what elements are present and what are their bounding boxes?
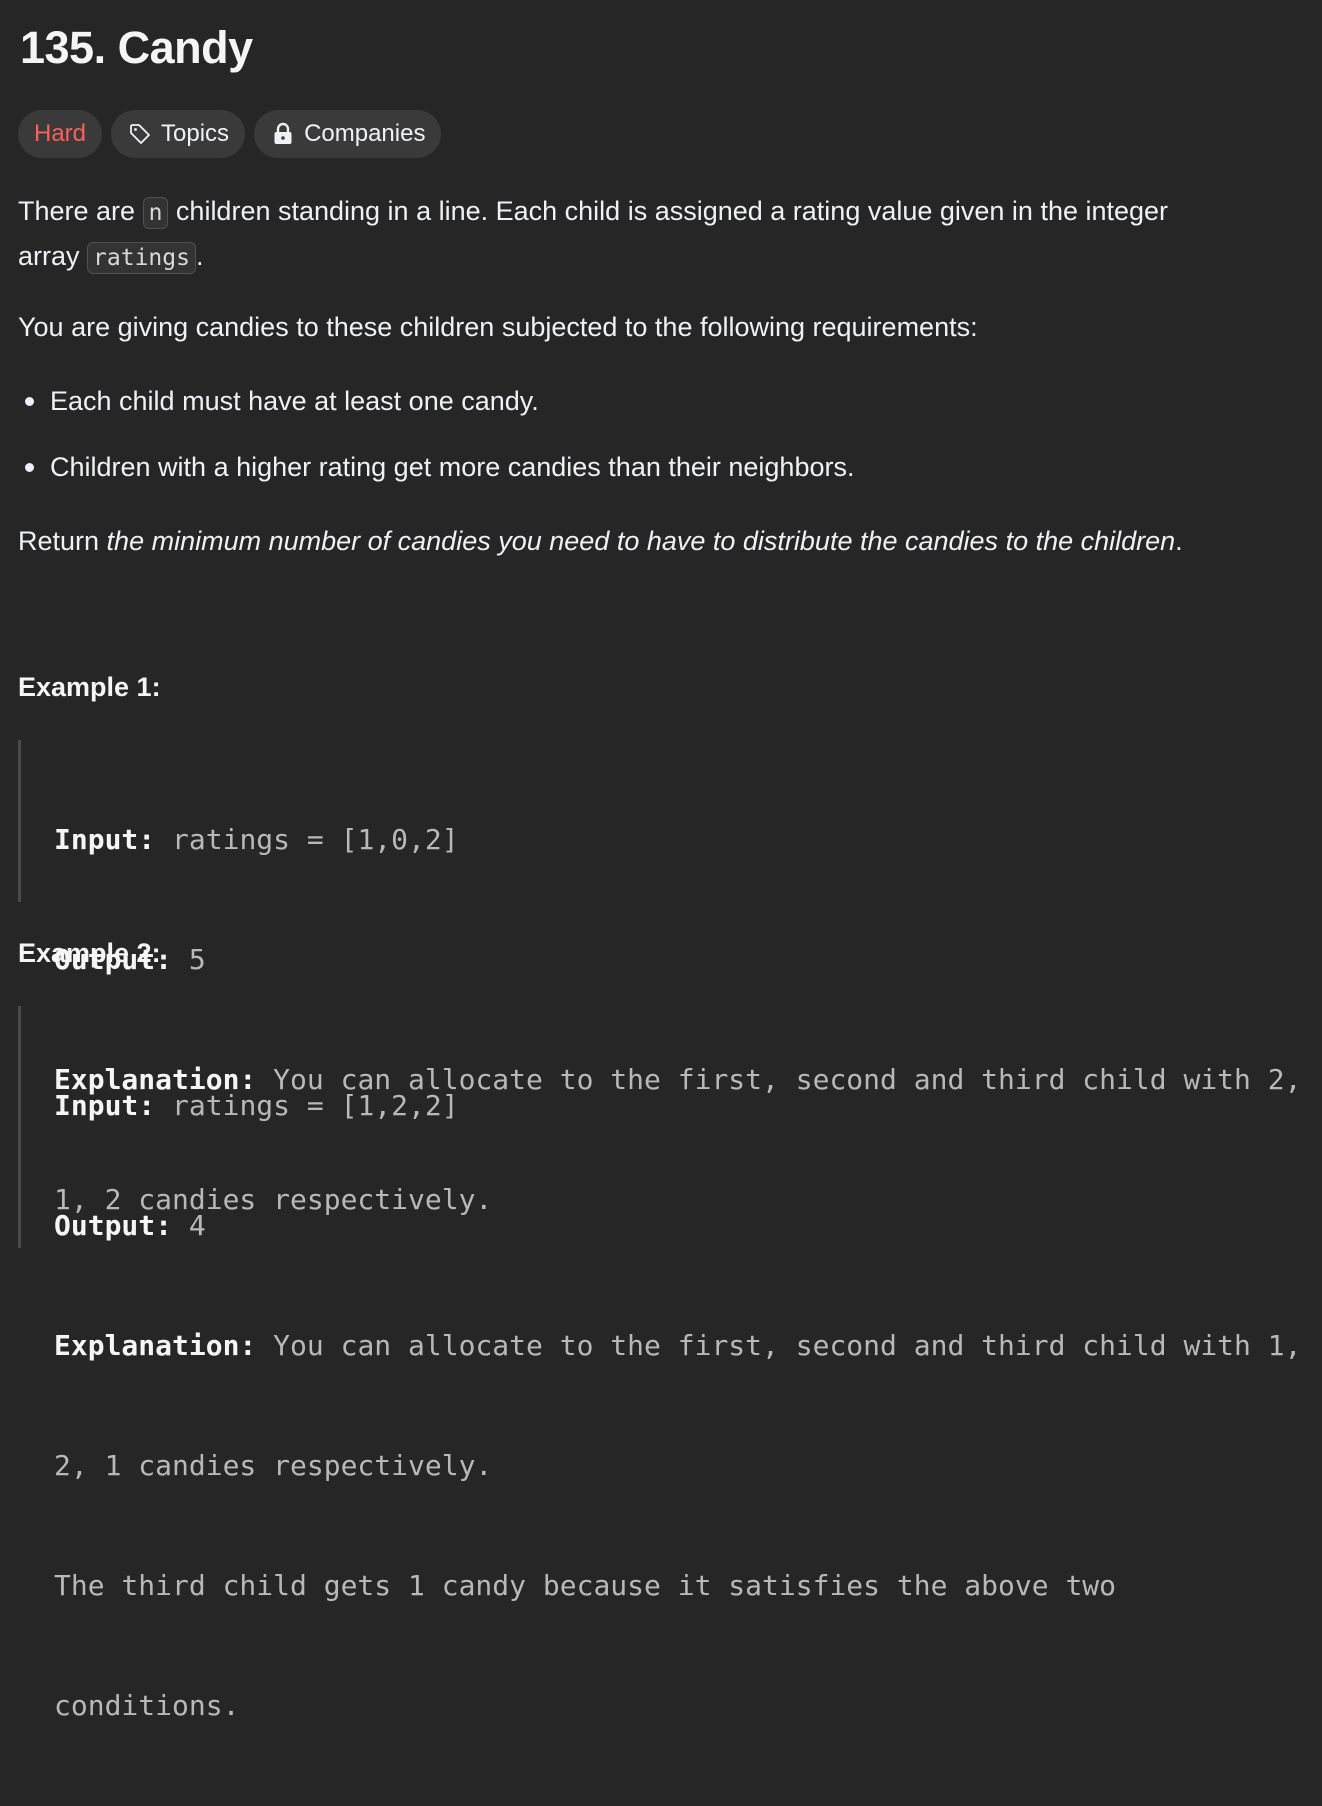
example-explanation-line: The third child gets 1 candy because it … <box>54 1569 1117 1602</box>
list-item: Each child must have at least one candy. <box>18 378 854 444</box>
list-item: Children with a higher rating get more c… <box>18 444 854 510</box>
difficulty-badge: Hard <box>18 110 103 158</box>
companies-label: Companies <box>304 120 426 147</box>
bullet-icon <box>25 397 34 406</box>
input-label: Input: <box>54 823 156 856</box>
topics-button[interactable]: Topics <box>111 110 246 158</box>
text-span: array <box>18 241 88 271</box>
text-span: children standing in a line. Each child … <box>168 196 1169 226</box>
example-explanation-line: 2, 1 candies respectively. <box>54 1449 493 1482</box>
output-value: 4 <box>172 1209 206 1242</box>
companies-button[interactable]: Companies <box>254 110 442 158</box>
description-paragraph-3: Return the minimum number of candies you… <box>18 520 1183 563</box>
example-1-block: Input: ratings = [1,0,2] Output: 5 Expla… <box>18 740 1314 1216</box>
text-span: . <box>1175 526 1183 556</box>
description-paragraph-1: There are n children standing in a line.… <box>18 190 1168 280</box>
problem-title: 135. Candy <box>20 22 253 73</box>
output-label: Output: <box>54 1209 173 1242</box>
input-value: ratings = [1,2,2] <box>155 1089 459 1122</box>
example-input-line: Input: ratings = [1,0,2] <box>54 820 1314 860</box>
example-explanation-line: conditions. <box>54 1689 240 1722</box>
example-2-heading: Example 2: <box>18 938 161 968</box>
example-output-line: Output: 5 <box>54 940 1314 980</box>
example-output-line: Output: 4 <box>54 1206 1314 1246</box>
bullet-icon <box>25 463 34 472</box>
explanation-label: Explanation: <box>54 1329 257 1362</box>
emphasized-text: the minimum number of candies you need t… <box>106 526 1176 556</box>
list-item-text: Each child must have at least one candy. <box>50 386 539 416</box>
inline-code-ratings: ratings <box>87 242 196 274</box>
tag-icon <box>127 121 153 147</box>
tag-row: Hard Topics Companies <box>18 110 442 158</box>
example-1-heading: Example 1: <box>18 672 161 702</box>
example-2-block: Input: ratings = [1,2,2] Output: 4 Expla… <box>18 1006 1314 1722</box>
input-label: Input: <box>54 1089 156 1122</box>
text-span: . <box>195 241 204 271</box>
difficulty-label: Hard <box>34 120 87 147</box>
example-explanation-line: Explanation: You can allocate to the fir… <box>54 1326 1314 1366</box>
inline-code-n: n <box>142 197 169 229</box>
topics-label: Topics <box>161 120 230 147</box>
output-value: 5 <box>172 943 206 976</box>
input-value: ratings = [1,0,2] <box>155 823 459 856</box>
description-paragraph-2: You are giving candies to these children… <box>18 312 978 342</box>
lock-icon <box>270 121 296 147</box>
text-span: Return <box>18 526 107 556</box>
explanation-text: You can allocate to the first, second an… <box>256 1329 1302 1362</box>
text-span: There are <box>18 196 143 226</box>
example-input-line: Input: ratings = [1,2,2] <box>54 1086 1314 1126</box>
list-item-text: Children with a higher rating get more c… <box>50 452 855 482</box>
requirements-list: Each child must have at least one candy.… <box>18 378 854 510</box>
